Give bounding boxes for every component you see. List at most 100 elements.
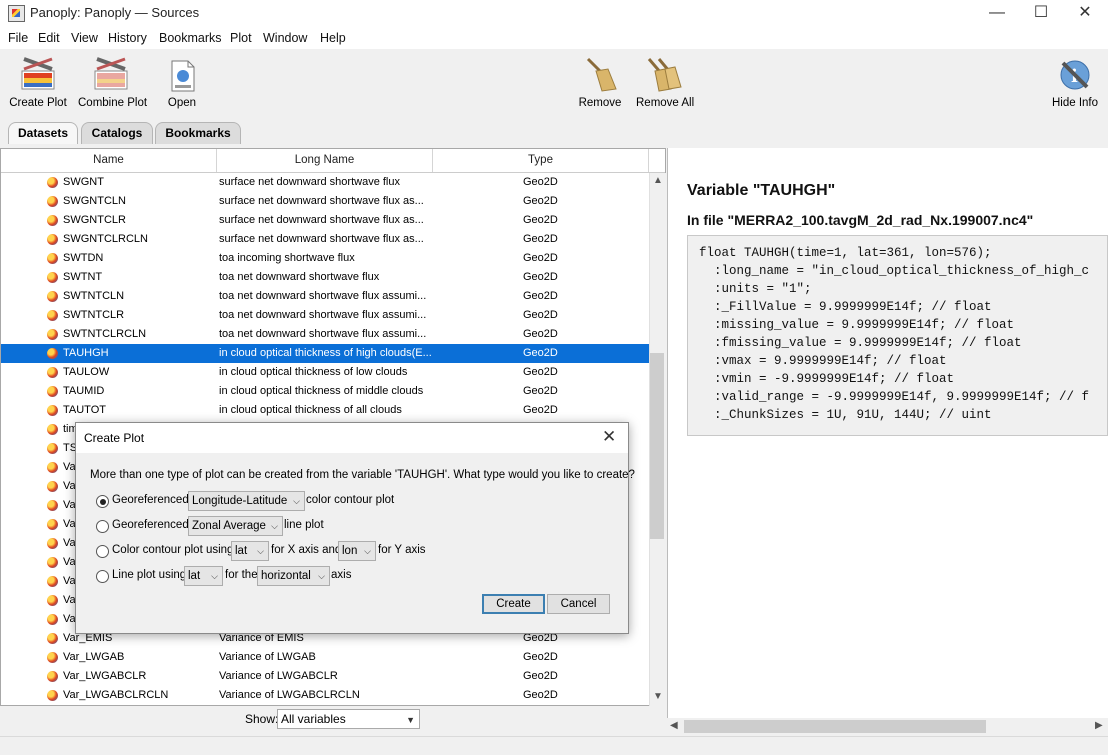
cell-name: SWGNTCLN bbox=[63, 195, 126, 207]
opt3-mid: for X axis and bbox=[271, 544, 342, 556]
hide-info-button[interactable]: i Hide Info bbox=[1050, 55, 1100, 109]
variable-geo2d-icon bbox=[47, 481, 58, 492]
cell-name: SWTNTCLRCLN bbox=[63, 328, 147, 340]
radio-color-contour[interactable] bbox=[96, 545, 109, 558]
remove-all-button[interactable]: Remove All bbox=[636, 55, 694, 109]
title-bar: Panoply: Panoply — Sources — ☐ ✕ bbox=[0, 0, 1108, 26]
menu-history[interactable]: History bbox=[108, 31, 147, 45]
table-row[interactable]: Var_LWGAB Variance of LWGAB Geo2D bbox=[1, 648, 649, 667]
minimize-button[interactable]: — bbox=[974, 0, 1020, 26]
variable-geo2d-icon bbox=[47, 671, 58, 682]
chevron-down-icon: ⌵ bbox=[293, 496, 300, 506]
variable-geo2d-icon bbox=[47, 215, 58, 226]
variable-geo2d-icon bbox=[47, 538, 58, 549]
cell-long-name: toa net downward shortwave flux bbox=[219, 271, 380, 283]
radio-zonal-average[interactable] bbox=[96, 520, 109, 533]
menu-edit[interactable]: Edit bbox=[38, 31, 60, 45]
georef-plot-select[interactable]: Longitude-Latitude ⌵ bbox=[188, 491, 305, 511]
table-row-selected[interactable]: TAUHGH in cloud optical thickness of high… bbox=[1, 344, 649, 363]
cell-name: SWTNTCLN bbox=[63, 290, 125, 302]
table-row[interactable]: SWTNTCLR toa net downward shortwave flux … bbox=[1, 306, 649, 325]
create-plot-button[interactable]: Create Plot bbox=[8, 55, 68, 109]
contour-y-axis-select[interactable]: lon ⌵ bbox=[338, 541, 376, 561]
dialog-close-icon[interactable]: ✕ bbox=[602, 427, 616, 447]
table-row[interactable]: TAUMID in cloud optical thickness of midd… bbox=[1, 382, 649, 401]
metadata-line: :vmax = 9.9999999E14f; // float bbox=[699, 354, 947, 368]
open-button[interactable]: Open bbox=[162, 55, 202, 109]
tab-datasets[interactable]: Datasets bbox=[8, 122, 78, 144]
cell-long-name: Variance of LWGAB bbox=[219, 651, 316, 663]
column-name[interactable]: Name bbox=[1, 149, 217, 172]
radio-line-plot[interactable] bbox=[96, 570, 109, 583]
contour-x-axis-select[interactable]: lat ⌵ bbox=[231, 541, 269, 561]
column-long-name[interactable]: Long Name bbox=[217, 149, 433, 172]
georef-line-select[interactable]: Zonal Average ⌵ bbox=[188, 516, 283, 536]
table-row[interactable]: SWTDN toa incoming shortwave flux Geo2D bbox=[1, 249, 649, 268]
table-row[interactable]: SWTNT toa net downward shortwave flux Geo2… bbox=[1, 268, 649, 287]
show-filter-select[interactable]: All variables ▼ bbox=[277, 709, 420, 729]
vertical-scroll-thumb[interactable] bbox=[650, 353, 664, 539]
scroll-down-icon[interactable]: ▼ bbox=[650, 691, 666, 702]
table-row[interactable]: TAULOW in cloud optical thickness of low … bbox=[1, 363, 649, 382]
table-row[interactable]: SWGNTCLN surface net downward shortwave f… bbox=[1, 192, 649, 211]
tab-bookmarks[interactable]: Bookmarks bbox=[155, 122, 241, 144]
combine-plot-icon bbox=[91, 55, 131, 93]
line-axis-var-select[interactable]: lat ⌵ bbox=[184, 566, 223, 586]
show-label: Show: bbox=[245, 712, 279, 726]
table-row[interactable]: SWTNTCLN toa net downward shortwave flux … bbox=[1, 287, 649, 306]
scroll-right-icon[interactable]: ▶ bbox=[1095, 720, 1103, 731]
dialog-title-bar bbox=[76, 423, 628, 453]
cell-name: Var_LWGAB bbox=[63, 651, 125, 663]
variable-geo2d-icon bbox=[47, 272, 58, 283]
remove-button[interactable]: Remove bbox=[578, 55, 622, 109]
maximize-button[interactable]: ☐ bbox=[1018, 0, 1064, 26]
cell-name: SWTNTCLR bbox=[63, 309, 125, 321]
menu-bookmarks[interactable]: Bookmarks bbox=[159, 31, 222, 45]
close-window-button[interactable]: ✕ bbox=[1062, 0, 1108, 26]
cell-name: SWGNT bbox=[63, 176, 104, 188]
menu-window[interactable]: Window bbox=[263, 31, 307, 45]
cell-name: TAULOW bbox=[63, 366, 110, 378]
cell-long-name: in cloud optical thickness of all clouds bbox=[219, 404, 402, 416]
table-row[interactable]: Var_LWGABCLR Variance of LWGABCLR Geo2D bbox=[1, 667, 649, 686]
create-button[interactable]: Create bbox=[482, 594, 545, 614]
table-row[interactable]: Var_LWGABCLRCLN Variance of LWGABCLRCLN Ge… bbox=[1, 686, 649, 705]
menu-view[interactable]: View bbox=[71, 31, 98, 45]
opt2-suffix: line plot bbox=[284, 519, 324, 531]
hide-info-label: Hide Info bbox=[1051, 97, 1099, 109]
cell-long-name: Variance of LWGABCLR bbox=[219, 670, 338, 682]
variable-geo2d-icon bbox=[47, 462, 58, 473]
menu-file[interactable]: File bbox=[8, 31, 28, 45]
menu-plot[interactable]: Plot bbox=[230, 31, 252, 45]
horizontal-scroll-thumb[interactable] bbox=[684, 720, 986, 733]
scroll-up-icon[interactable]: ▲ bbox=[650, 175, 666, 186]
cell-long-name: surface net downward shortwave flux as..… bbox=[219, 214, 424, 226]
table-row[interactable]: SWGNT surface net downward shortwave flux… bbox=[1, 173, 649, 192]
metadata-line: :missing_value = 9.9999999E14f; // float bbox=[699, 318, 1015, 332]
open-file-icon bbox=[162, 55, 202, 93]
column-type[interactable]: Type bbox=[433, 149, 649, 172]
cell-name: SWTDN bbox=[63, 252, 104, 264]
opt4-suffix: axis bbox=[331, 569, 352, 581]
line-axis-orientation-select[interactable]: horizontal ⌵ bbox=[257, 566, 330, 586]
window-title: Panoply: Panoply — Sources bbox=[30, 5, 200, 20]
cancel-button[interactable]: Cancel bbox=[547, 594, 610, 614]
dialog-title: Create Plot bbox=[84, 431, 145, 445]
cell-type: Geo2D bbox=[523, 328, 558, 340]
table-row[interactable]: SWGNTCLRCLN surface net downward shortwav… bbox=[1, 230, 649, 249]
contour-x-axis-value: lat bbox=[235, 545, 248, 557]
opt3-suffix: for Y axis bbox=[378, 544, 426, 556]
cell-type: Geo2D bbox=[523, 195, 558, 207]
tab-catalogs[interactable]: Catalogs bbox=[81, 122, 153, 144]
combine-plot-button[interactable]: Combine Plot bbox=[78, 55, 147, 109]
table-row[interactable]: SWGNTCLR surface net downward shortwave f… bbox=[1, 211, 649, 230]
radio-lon-lat-contour[interactable] bbox=[96, 495, 109, 508]
variable-geo2d-icon bbox=[47, 557, 58, 568]
table-row[interactable]: TAUTOT in cloud optical thickness of all … bbox=[1, 401, 649, 420]
table-header: Name Long Name Type bbox=[1, 149, 665, 173]
metadata-line: :fmissing_value = 9.9999999E14f; // floa… bbox=[699, 336, 1022, 350]
scroll-left-icon[interactable]: ◀ bbox=[670, 720, 678, 731]
menu-help[interactable]: Help bbox=[320, 31, 346, 45]
table-row[interactable]: SWTNTCLRCLN toa net downward shortwave fl… bbox=[1, 325, 649, 344]
variable-geo2d-icon bbox=[47, 519, 58, 530]
